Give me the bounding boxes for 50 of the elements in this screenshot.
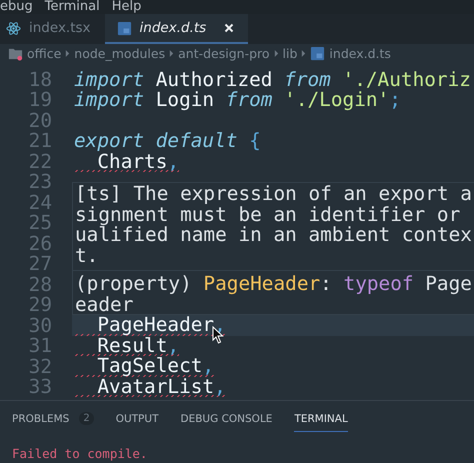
- code-line: export default {: [74, 131, 261, 152]
- line-number: 31: [28, 336, 52, 357]
- breadcrumb-item[interactable]: lib: [282, 46, 298, 60]
- line-number: 27: [28, 254, 52, 275]
- type-signature: (property) PageHeader: typeof Page: [75, 274, 473, 295]
- panel-tab[interactable]: OUTPUT: [116, 407, 158, 432]
- code-line: import Authorized from './Authoriz: [74, 70, 471, 90]
- line-number: 26: [28, 234, 52, 254]
- line-number: 23: [28, 172, 52, 193]
- mouse-pointer-icon: [212, 326, 224, 344]
- chevron-icon: [65, 50, 70, 56]
- editor-tab[interactable]: index.d.ts: [104, 14, 248, 44]
- line-number: 22: [28, 152, 52, 172]
- code-line: import Login from './Login';: [74, 90, 401, 111]
- tooltip-text: ualified name in an ambient contex: [75, 225, 473, 246]
- chevron-icon: [274, 50, 279, 56]
- atom-icon: [6, 20, 21, 36]
- terminal-output: Failed to compile.: [12, 446, 148, 461]
- tooltip-text: signment must be an identifier or: [75, 204, 462, 226]
- breadcrumb-item[interactable]: index.d.ts: [329, 46, 391, 60]
- type-signature: eader: [75, 294, 134, 316]
- line-number: 21: [28, 131, 52, 152]
- chevron-icon: [169, 50, 174, 56]
- menu-item[interactable]: ebug: [0, 0, 33, 14]
- line-number: 18: [28, 70, 52, 90]
- editor-tab[interactable]: index.tsx: [0, 14, 105, 44]
- line-number: 20: [28, 110, 52, 132]
- breadcrumb-item[interactable]: ant-design-pro: [178, 46, 270, 60]
- line-number: 32: [28, 356, 52, 378]
- count-badge: 2: [79, 412, 94, 425]
- line-number: 33: [28, 377, 52, 398]
- menu-item[interactable]: Help: [112, 0, 142, 14]
- panel-tab[interactable]: TERMINAL: [294, 407, 348, 432]
- menu-item[interactable]: Terminal: [44, 0, 100, 14]
- tooltip-text: [ts] The expression of an export a: [75, 184, 473, 205]
- chevron-icon: [301, 50, 306, 56]
- ts-file-icon: [116, 20, 132, 36]
- line-number: 25: [28, 213, 52, 234]
- close-icon[interactable]: [224, 23, 234, 33]
- breadcrumb-item[interactable]: node_modules: [74, 46, 166, 60]
- line-number: 24: [28, 192, 52, 214]
- line-number: 28: [28, 274, 52, 296]
- tooltip-text: t.: [75, 246, 100, 266]
- line-number: 30: [28, 316, 52, 336]
- breadcrumb-item[interactable]: office: [27, 46, 62, 60]
- ts-file-icon: [310, 46, 326, 60]
- panel-tab[interactable]: PROBLEMS 2: [12, 407, 94, 432]
- panel-tab[interactable]: DEBUG CONSOLE: [180, 407, 272, 432]
- line-number: 29: [28, 295, 52, 316]
- line-number: 19: [28, 90, 52, 111]
